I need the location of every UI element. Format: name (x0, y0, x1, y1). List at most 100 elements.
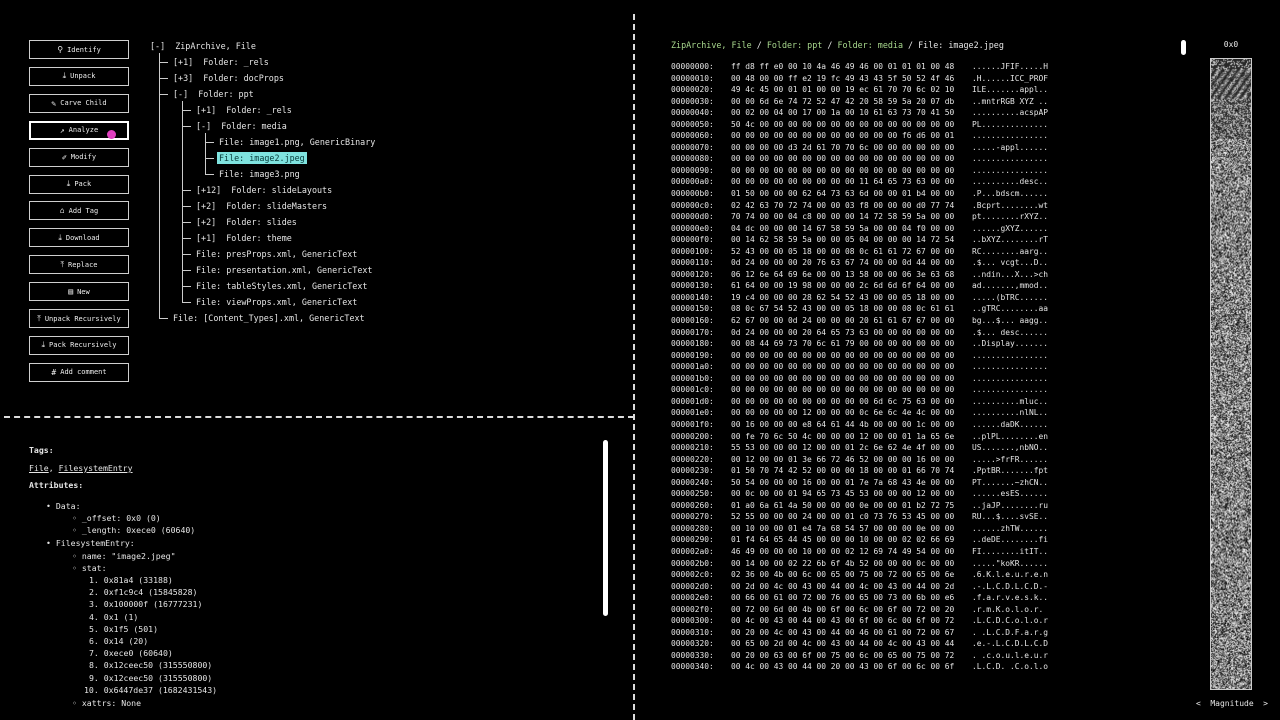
breadcrumb-link[interactable]: Folder: media (837, 40, 903, 50)
hex-view[interactable]: 00000000: ff d8 ff e0 00 10 4a 46 49 46 0… (671, 61, 1048, 673)
tree-item[interactable]: File: presentation.xml, GenericText (196, 264, 372, 276)
hex-ascii[interactable]: ..ndin...X...>ch (972, 269, 1048, 281)
hex-bytes[interactable]: 00 00 00 00 00 00 00 00 00 00 00 00 00 0… (731, 361, 972, 373)
hex-scrollbar[interactable] (1181, 40, 1186, 55)
hex-bytes[interactable]: 00 00 00 00 00 00 00 00 00 11 64 65 73 6… (731, 176, 972, 188)
hex-bytes[interactable]: 00 00 00 00 00 00 00 00 00 00 00 00 00 0… (731, 373, 972, 385)
hex-ascii[interactable]: . .c.o.u.l.e.u.r (972, 650, 1048, 662)
hex-bytes[interactable]: 00 65 00 2d 00 4c 00 43 00 44 00 4c 00 4… (731, 638, 972, 650)
hex-ascii[interactable]: .L.C.D.C.o.l.o.r (972, 615, 1048, 627)
hex-ascii[interactable]: ..plPL........en (972, 431, 1048, 443)
hex-bytes[interactable]: 62 67 00 00 0d 24 00 00 00 20 61 61 67 6… (731, 315, 972, 327)
hex-ascii[interactable]: ................ (972, 373, 1048, 385)
hex-ascii[interactable]: ....."koKR...... (972, 558, 1048, 570)
hex-ascii[interactable]: .H......ICC_PROF (972, 73, 1048, 85)
hex-ascii[interactable]: ................ (972, 361, 1048, 373)
tag-link[interactable]: FilesystemEntry (59, 463, 133, 473)
hex-ascii[interactable]: ................ (972, 384, 1048, 396)
hex-bytes[interactable]: 19 c4 00 00 00 28 62 54 52 43 00 00 05 1… (731, 292, 972, 304)
add-tag-button[interactable]: ⌂ Add Tag (29, 201, 129, 221)
hex-bytes[interactable]: 61 64 00 00 19 98 00 00 00 2c 6d 6d 6f 6… (731, 280, 972, 292)
hex-ascii[interactable]: ..gTRC........aa (972, 303, 1048, 315)
hex-ascii[interactable]: PL.............. (972, 119, 1048, 131)
details-scrollbar[interactable] (603, 440, 608, 616)
horizontal-divider[interactable] (4, 416, 634, 418)
tree-item[interactable]: [+1] Folder: _rels (173, 56, 269, 68)
tree-item[interactable]: File: tableStyles.xml, GenericText (196, 280, 367, 292)
hex-ascii[interactable]: ......gXYZ...... (972, 223, 1048, 235)
next-mode-button[interactable]: > (1263, 699, 1268, 708)
carve-child-button[interactable]: ✎ Carve Child (29, 93, 129, 113)
hex-bytes[interactable]: 04 dc 00 00 00 14 67 58 59 5a 00 00 04 f… (731, 223, 972, 235)
hex-bytes[interactable]: 08 0c 67 54 52 43 00 00 05 18 00 00 08 0… (731, 303, 972, 315)
hex-bytes[interactable]: 00 0c 00 00 01 94 65 73 45 53 00 00 00 1… (731, 488, 972, 500)
hex-ascii[interactable]: ..........acspAP (972, 107, 1048, 119)
hex-bytes[interactable]: 46 49 00 00 00 10 00 00 02 12 69 74 49 5… (731, 546, 972, 558)
hex-bytes[interactable]: 00 00 00 00 00 00 00 00 00 00 6d 6c 75 6… (731, 396, 972, 408)
hex-bytes[interactable]: 00 02 00 04 00 17 00 1a 00 10 61 63 73 7… (731, 107, 972, 119)
tree-item[interactable]: [-] Folder: ppt (173, 88, 254, 100)
add-comment-button[interactable]: # Add comment (29, 362, 129, 382)
hex-ascii[interactable]: ..........nlNL.. (972, 407, 1048, 419)
hex-bytes[interactable]: 00 00 00 00 d3 2d 61 70 70 6c 00 00 00 0… (731, 142, 972, 154)
tree-item[interactable]: File: presProps.xml, GenericText (196, 248, 357, 260)
hex-bytes[interactable]: 00 00 00 00 00 00 00 00 00 00 00 00 f6 d… (731, 130, 972, 142)
tag-link[interactable]: File (29, 463, 49, 473)
hex-bytes[interactable]: ff d8 ff e0 00 10 4a 46 49 46 00 01 01 0… (731, 61, 972, 73)
hex-bytes[interactable]: 70 74 00 00 04 c8 00 00 00 14 72 58 59 5… (731, 211, 972, 223)
hex-ascii[interactable]: ................ (972, 153, 1048, 165)
hex-ascii[interactable]: .L.C.D. .C.o.l.o (972, 661, 1048, 673)
hex-ascii[interactable]: . .L.C.D.F.a.r.g (972, 627, 1048, 639)
minimap[interactable] (1210, 58, 1252, 690)
hex-bytes[interactable]: 00 00 6d 6e 74 72 52 47 42 20 58 59 5a 2… (731, 96, 972, 108)
tree-item[interactable]: [+1] Folder: theme (196, 232, 292, 244)
hex-ascii[interactable]: ......daDK...... (972, 419, 1048, 431)
hex-ascii[interactable]: ..mntrRGB XYZ .. (972, 96, 1048, 108)
hex-ascii[interactable]: .-.L.C.D.L.C.D.- (972, 581, 1048, 593)
hex-bytes[interactable]: 00 00 00 00 00 12 00 00 00 0c 6e 6c 4e 4… (731, 407, 972, 419)
hex-ascii[interactable]: ad.......,mmod.. (972, 280, 1048, 292)
hex-bytes[interactable]: 00 08 44 69 73 70 6c 61 79 00 00 00 00 0… (731, 338, 972, 350)
hex-bytes[interactable]: 0d 24 00 00 00 20 76 63 67 74 00 00 0d 4… (731, 257, 972, 269)
tree-item[interactable]: [-] ZipArchive, File (150, 40, 256, 52)
hex-ascii[interactable]: .P...bdscm...... (972, 188, 1048, 200)
hex-bytes[interactable]: 50 4c 00 00 00 00 00 00 00 00 00 00 00 0… (731, 119, 972, 131)
hex-bytes[interactable]: 00 16 00 00 00 e8 64 61 44 4b 00 00 00 1… (731, 419, 972, 431)
hex-ascii[interactable]: .....(bTRC...... (972, 292, 1048, 304)
hex-bytes[interactable]: 52 55 00 00 00 24 00 00 01 c0 73 76 53 4… (731, 511, 972, 523)
new-button[interactable]: ▤ New (29, 282, 129, 302)
hex-ascii[interactable]: ......JFIF.....H (972, 61, 1048, 73)
hex-bytes[interactable]: 00 14 00 00 02 22 6b 6f 4b 52 00 00 00 0… (731, 558, 972, 570)
hex-bytes[interactable]: 02 36 00 4b 00 6c 00 65 00 75 00 72 00 6… (731, 569, 972, 581)
hex-bytes[interactable]: 01 a0 6a 61 4a 50 00 00 00 0e 00 00 01 b… (731, 500, 972, 512)
hex-bytes[interactable]: 55 53 00 00 00 12 00 00 01 2c 6e 62 4e 4… (731, 442, 972, 454)
hex-bytes[interactable]: 00 fe 70 6c 50 4c 00 00 00 12 00 00 01 1… (731, 431, 972, 443)
hex-ascii[interactable]: .r.m.K.o.l.o.r. (972, 604, 1048, 616)
hex-bytes[interactable]: 01 50 70 74 42 52 00 00 00 18 00 00 01 6… (731, 465, 972, 477)
prev-mode-button[interactable]: < (1196, 699, 1201, 708)
unpack-recursively-button[interactable]: ⤒ Unpack Recursively (29, 309, 129, 328)
hex-ascii[interactable]: US.......,nbNO.. (972, 442, 1048, 454)
hex-ascii[interactable]: ..jaJP........ru (972, 500, 1048, 512)
hex-ascii[interactable]: RU...$....svSE.. (972, 511, 1048, 523)
hex-bytes[interactable]: 00 4c 00 43 00 44 00 20 00 43 00 6f 00 6… (731, 661, 972, 673)
hex-bytes[interactable]: 06 12 6e 64 69 6e 00 00 13 58 00 00 06 3… (731, 269, 972, 281)
hex-ascii[interactable]: ......zhTW...... (972, 523, 1048, 535)
hex-ascii[interactable]: ..Display....... (972, 338, 1048, 350)
hex-bytes[interactable]: 49 4c 45 00 01 01 00 00 19 ec 61 70 70 6… (731, 84, 972, 96)
hex-ascii[interactable]: ................ (972, 350, 1048, 362)
tree-item[interactable]: File: viewProps.xml, GenericText (196, 296, 357, 308)
breadcrumb-link[interactable]: ZipArchive, File (671, 40, 752, 50)
hex-bytes[interactable]: 00 72 00 6d 00 4b 00 6f 00 6c 00 6f 00 7… (731, 604, 972, 616)
breadcrumb-link[interactable]: Folder: ppt (767, 40, 822, 50)
hex-bytes[interactable]: 01 f4 64 65 44 45 00 00 00 10 00 00 02 0… (731, 534, 972, 546)
tree-item[interactable]: [+2] Folder: slides (196, 216, 297, 228)
hex-ascii[interactable]: RC........aarg.. (972, 246, 1048, 258)
hex-bytes[interactable]: 00 14 62 58 59 5a 00 00 05 04 00 00 00 1… (731, 234, 972, 246)
hex-ascii[interactable]: .6.K.l.e.u.r.e.n (972, 569, 1048, 581)
hex-bytes[interactable]: 50 54 00 00 00 16 00 00 01 7e 7a 68 43 4… (731, 477, 972, 489)
hex-ascii[interactable]: .Bcprt........wt (972, 200, 1048, 212)
hex-bytes[interactable]: 00 20 00 4c 00 43 00 44 00 46 00 61 00 7… (731, 627, 972, 639)
hex-ascii[interactable]: ..bXYZ........rT (972, 234, 1048, 246)
hex-ascii[interactable]: .e.-.L.C.D.L.C.D (972, 638, 1048, 650)
